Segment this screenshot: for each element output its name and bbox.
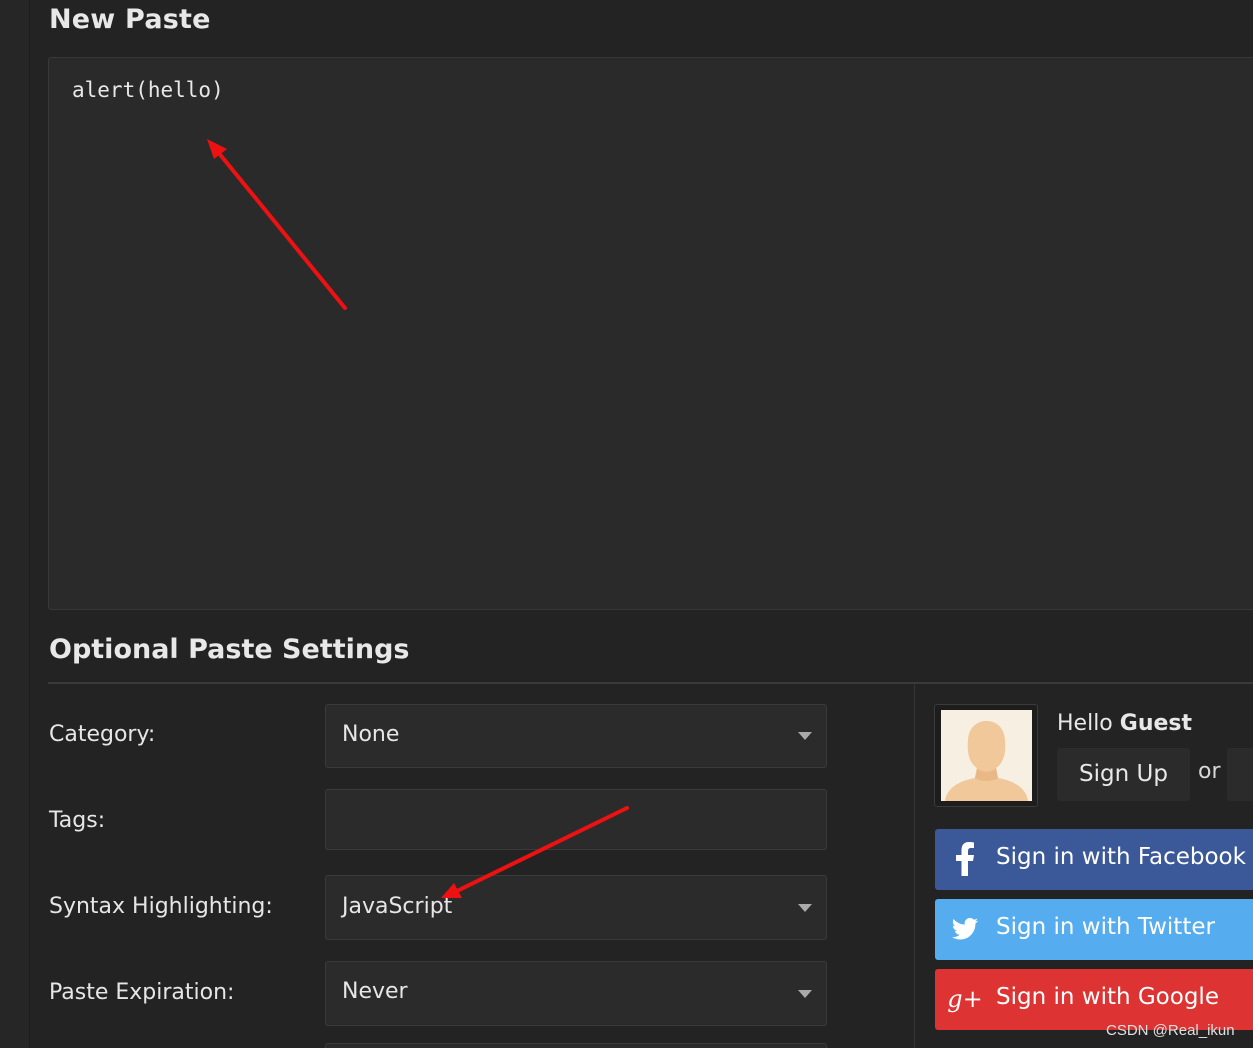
twitter-icon [951,912,979,946]
expiration-value: Never [342,979,408,1004]
syntax-label: Syntax Highlighting: [49,894,273,919]
twitter-signin-button[interactable]: Sign in with Twitter [935,899,1253,960]
category-value: None [342,722,400,747]
login-button[interactable] [1227,748,1253,801]
dropdown-caret-icon [798,990,812,998]
facebook-icon [951,842,979,876]
google-signin-button[interactable]: g+ Sign in with Google [935,969,1253,1030]
expiration-select[interactable]: Never [325,961,827,1026]
paste-editor[interactable]: alert(hello) [48,57,1253,610]
google-signin-label: Sign in with Google [996,984,1219,1010]
twitter-signin-label: Sign in with Twitter [996,914,1215,940]
dropdown-caret-icon [798,904,812,912]
syntax-value: JavaScript [342,894,453,919]
google-plus-icon: g+ [947,985,983,1013]
avatar [934,704,1038,807]
greeting: Hello Guest [1057,711,1192,736]
dropdown-caret-icon [798,732,812,740]
category-label: Category: [49,722,156,747]
facebook-signin-button[interactable]: Sign in with Facebook [935,829,1253,890]
sidebar-divider [914,684,915,1048]
category-select[interactable]: None [325,704,827,768]
settings-divider [48,682,1253,684]
or-separator: or [1198,759,1221,784]
sign-up-button[interactable]: Sign Up [1057,748,1190,801]
watermark: CSDN @Real_ikun [1106,1022,1235,1039]
page-title: New Paste [49,4,211,35]
syntax-select[interactable]: JavaScript [325,875,827,940]
expiration-label: Paste Expiration: [49,980,235,1005]
settings-title: Optional Paste Settings [49,634,410,665]
left-rail [0,0,30,1048]
facebook-signin-label: Sign in with Facebook [996,844,1246,870]
tags-label: Tags: [49,808,106,833]
default-avatar-icon [941,710,1032,801]
paste-editor-content[interactable]: alert(hello) [72,78,224,102]
next-field[interactable] [325,1043,827,1048]
username: Guest [1119,711,1193,736]
tags-input[interactable] [325,789,827,850]
greeting-prefix: Hello [1057,711,1113,736]
